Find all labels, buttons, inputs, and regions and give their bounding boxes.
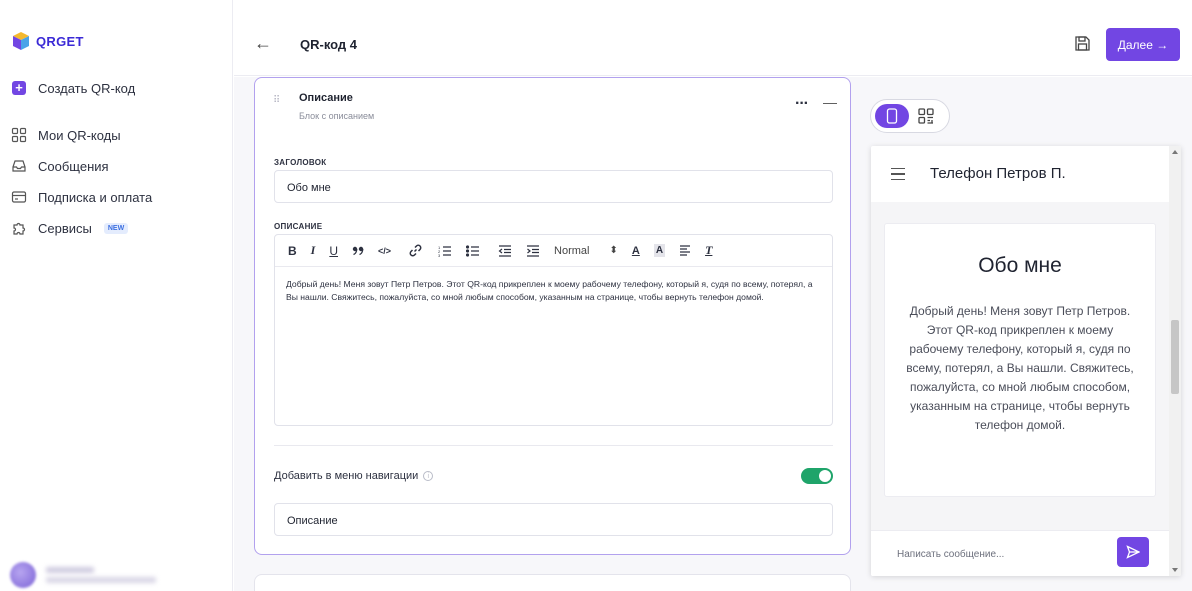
nav-menu-input[interactable]: Описание	[274, 503, 833, 536]
nav-menu-label-text: Добавить в меню навигации	[274, 470, 419, 482]
sidebar-item-label: Сообщения	[38, 158, 109, 174]
avatar	[10, 562, 36, 588]
logo-icon	[13, 32, 29, 50]
create-qr-button[interactable]: + Создать QR-код	[10, 79, 135, 97]
logo-text: QRGET	[36, 33, 84, 49]
qr-view-button[interactable]	[917, 107, 935, 130]
save-icon[interactable]	[1074, 35, 1091, 57]
sidebar-item-services[interactable]: Сервисы NEW	[10, 219, 129, 237]
format-select[interactable]: Normal ⬍	[554, 245, 618, 257]
top-bar: ← QR-код 4 Далее →	[234, 0, 1192, 76]
sidebar-item-label: Подписка и оплата	[38, 189, 153, 205]
about-text: Добрый день! Меня зовут Петр Петров. Это…	[906, 304, 1134, 432]
sidebar-item-label: Мои QR-коды	[38, 127, 121, 143]
bold-button[interactable]: B	[288, 241, 297, 261]
next-button-label: Далее →	[1117, 37, 1169, 52]
back-arrow-icon[interactable]: ←	[254, 33, 272, 54]
code-icon[interactable]: </>	[378, 241, 391, 261]
outdent-icon[interactable]	[498, 241, 512, 261]
inbox-icon	[10, 157, 28, 175]
description-editor[interactable]: B I U </> 123 Normal ⬍ A A T Добрый день…	[274, 234, 833, 426]
ordered-list-icon[interactable]: 123	[438, 241, 452, 261]
drag-handle-icon[interactable]: ⠿	[273, 96, 281, 106]
phone-preview: Телефон Петров П. Обо мне Добрый день! М…	[871, 146, 1181, 576]
next-block-card	[254, 574, 851, 591]
qr-grid-icon	[918, 108, 934, 124]
info-icon[interactable]: i	[423, 471, 434, 481]
phone-view-button[interactable]	[875, 104, 909, 128]
heading-input[interactable]: Обо мне	[274, 170, 833, 203]
nav-menu-label: Добавить в меню навигации i	[274, 470, 434, 482]
scroll-up-arrow-icon[interactable]	[1172, 150, 1178, 154]
sidebar: QRGET + Создать QR-код Мои QR-коды Сообщ…	[0, 0, 233, 591]
phone-title: Телефон Петров П.	[930, 165, 1066, 182]
puzzle-icon	[10, 219, 28, 237]
phone-icon	[886, 108, 898, 124]
plus-icon: +	[10, 79, 28, 97]
format-select-value: Normal	[554, 244, 590, 257]
description-text[interactable]: Добрый день! Меня зовут Петр Петров. Это…	[275, 267, 832, 315]
message-input[interactable]: Написать сообщение...	[897, 549, 1004, 560]
italic-button[interactable]: I	[311, 241, 316, 261]
send-button[interactable]	[1117, 537, 1149, 567]
main-content: ⠿ Описание Блок с описанием ··· — ЗАГОЛО…	[234, 77, 1192, 591]
divider	[274, 445, 833, 446]
background-color-icon[interactable]: A	[653, 244, 666, 257]
message-bar: Написать сообщение...	[871, 530, 1169, 576]
align-icon[interactable]	[679, 241, 691, 261]
qr-grid-icon	[10, 126, 28, 144]
send-icon	[1126, 545, 1140, 559]
page-title: QR-код 4	[300, 37, 358, 52]
about-card: Обо мне Добрый день! Меня зовут Петр Пет…	[884, 223, 1156, 497]
next-button[interactable]: Далее →	[1106, 28, 1180, 61]
preview-view-switch	[870, 99, 950, 133]
sidebar-item-label: Сервисы	[38, 220, 92, 236]
logo[interactable]: QRGET	[10, 30, 84, 52]
sidebar-item-my-qr[interactable]: Мои QR-коды	[10, 126, 121, 144]
create-qr-label: Создать QR-код	[38, 80, 136, 96]
nav-menu-toggle[interactable]	[801, 468, 833, 484]
editor-toolbar: B I U </> 123 Normal ⬍ A A T	[275, 235, 832, 267]
bullet-list-icon[interactable]	[466, 241, 480, 261]
sidebar-item-messages[interactable]: Сообщения	[10, 157, 109, 175]
phone-header: Телефон Петров П.	[871, 146, 1169, 202]
description-label: ОПИСАНИЕ	[274, 222, 323, 231]
user-profile[interactable]	[10, 562, 156, 588]
link-icon[interactable]	[409, 241, 422, 261]
indent-icon[interactable]	[526, 241, 540, 261]
heading-label: ЗАГОЛОВОК	[274, 158, 327, 167]
preview-scrollbar[interactable]	[1169, 146, 1181, 576]
card-icon	[10, 188, 28, 206]
scroll-thumb[interactable]	[1171, 320, 1179, 394]
user-info-blurred	[46, 567, 156, 583]
new-badge: NEW	[103, 222, 129, 234]
description-block: ⠿ Описание Блок с описанием ··· — ЗАГОЛО…	[254, 77, 851, 555]
format-select-arrow-icon: ⬍	[609, 244, 618, 256]
toggle-knob	[819, 470, 831, 482]
scroll-down-arrow-icon[interactable]	[1172, 568, 1178, 572]
clear-format-icon[interactable]: T	[705, 241, 712, 261]
svg-text:3: 3	[438, 253, 441, 257]
collapse-icon[interactable]: —	[823, 94, 837, 110]
underline-button[interactable]: U	[329, 241, 338, 261]
phone-body: Обо мне Добрый день! Меня зовут Петр Пет…	[871, 202, 1169, 530]
sidebar-item-subscription[interactable]: Подписка и оплата	[10, 188, 152, 206]
hamburger-menu-icon[interactable]	[891, 168, 905, 184]
block-title: Описание	[299, 92, 353, 104]
more-options-icon[interactable]: ···	[795, 95, 809, 113]
quote-icon[interactable]	[352, 241, 364, 261]
about-title: Обо мне	[978, 254, 1062, 277]
block-subtitle: Блок с описанием	[299, 111, 375, 121]
text-color-icon[interactable]: A	[632, 241, 640, 261]
